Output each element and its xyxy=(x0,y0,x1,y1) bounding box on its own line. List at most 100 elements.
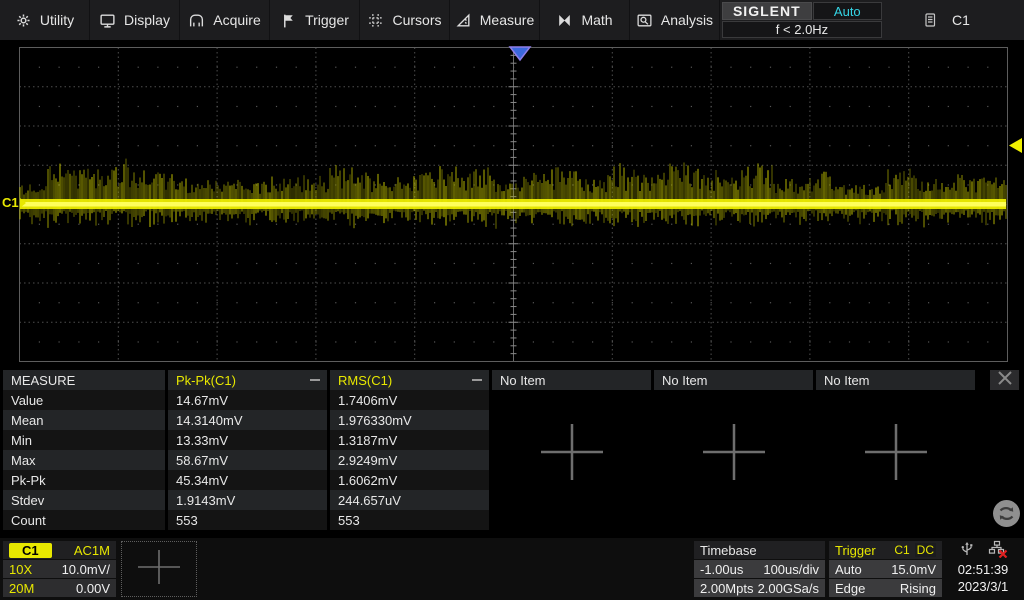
stat-value: 58.67mV xyxy=(168,450,327,470)
analysis-icon xyxy=(636,12,653,29)
measurement-panel: MEASURE Pk-Pk(C1) RMS(C1) No Item No Ite… xyxy=(0,370,1024,530)
channel-name-chip: C1 xyxy=(9,543,52,558)
menu-label: Display xyxy=(124,12,170,28)
stat-label: Count xyxy=(3,510,165,530)
stat-value: 244.657uV xyxy=(330,490,489,510)
plus-icon xyxy=(699,470,769,487)
trigger-coupling: DC xyxy=(915,543,936,557)
trigger-type: Edge xyxy=(835,581,865,596)
trigger-title: Trigger xyxy=(835,543,876,558)
trigger-level: 15.0mV xyxy=(891,562,936,577)
acquire-icon xyxy=(188,12,205,29)
remove-measure-icon[interactable] xyxy=(308,373,322,390)
add-measure-slot-2[interactable] xyxy=(699,421,769,488)
status-bar: C1 AC1M 10X 10.0mV/ 20M 0.00V Timebase -… xyxy=(0,538,1024,600)
plus-icon xyxy=(537,470,607,487)
trigger-descriptor[interactable]: Trigger C1 DC Auto 15.0mV Edge Rising xyxy=(829,541,942,597)
trigger-slope: Rising xyxy=(900,581,936,596)
stat-value: 1.9143mV xyxy=(168,490,327,510)
stat-value: 14.67mV xyxy=(168,390,327,410)
system-status-area: 02:51:39 2023/3/1 xyxy=(944,541,1022,597)
stat-label: Value xyxy=(3,390,165,410)
add-channel-button[interactable] xyxy=(121,541,197,597)
measure-column-empty-3[interactable]: No Item xyxy=(816,370,975,390)
stat-value: 1.3187mV xyxy=(330,430,489,450)
notes-channel-label: C1 xyxy=(952,12,970,28)
display-icon xyxy=(99,12,116,29)
trigger-delay: -1.00us xyxy=(700,562,743,577)
stat-value: 1.976330mV xyxy=(330,410,489,430)
timebase-descriptor[interactable]: Timebase -1.00us 100us/div 2.00Mpts 2.00… xyxy=(694,541,825,597)
menu-label: Acquire xyxy=(213,12,260,28)
trigger-mode: Auto xyxy=(835,562,862,577)
channel-notes-button[interactable]: C1 xyxy=(908,0,988,40)
stat-label: Min xyxy=(3,430,165,450)
refresh-button[interactable] xyxy=(991,498,1022,534)
trigger-flag-icon xyxy=(280,12,297,29)
bandwidth-limit: 20M xyxy=(9,581,34,596)
stat-value: 1.7406mV xyxy=(330,390,489,410)
vertical-scale: 10.0mV/ xyxy=(62,562,110,577)
menu-label: Trigger xyxy=(305,12,349,28)
menu-item-utility[interactable]: Utility xyxy=(0,0,90,40)
trigger-frequency-readout: f < 2.0Hz xyxy=(722,21,882,38)
channel-coupling: AC1M xyxy=(74,543,110,558)
add-measure-slot-3[interactable] xyxy=(861,421,931,488)
math-icon xyxy=(556,12,573,29)
acquisition-status-badge[interactable]: Auto xyxy=(813,2,882,20)
menu-item-display[interactable]: Display xyxy=(90,0,180,40)
menu-label: Utility xyxy=(40,12,74,28)
stat-value: 13.33mV xyxy=(168,430,327,450)
menu-item-acquire[interactable]: Acquire xyxy=(180,0,270,40)
close-icon xyxy=(995,370,1015,391)
stat-value: 553 xyxy=(168,510,327,530)
trigger-level-marker[interactable] xyxy=(1008,137,1023,154)
menu-label: Analysis xyxy=(661,12,713,28)
stat-value: 1.6062mV xyxy=(330,470,489,490)
brand-block: SIGLENT Auto f < 2.0Hz xyxy=(722,2,882,38)
menu-item-math[interactable]: Math xyxy=(540,0,630,40)
notes-icon xyxy=(922,11,938,29)
menu-label: Measure xyxy=(480,12,534,28)
lan-disconnected-icon xyxy=(988,540,1008,563)
trigger-position-marker[interactable] xyxy=(508,46,532,62)
menu-item-trigger[interactable]: Trigger xyxy=(270,0,360,40)
channel-marker-arrow xyxy=(20,198,26,208)
channel-descriptor-c1[interactable]: C1 AC1M 10X 10.0mV/ 20M 0.00V xyxy=(3,541,116,597)
menu-item-cursors[interactable]: Cursors xyxy=(360,0,450,40)
measure-column-empty-1[interactable]: No Item xyxy=(492,370,651,390)
measure-title: MEASURE xyxy=(3,370,165,390)
stat-value: 45.34mV xyxy=(168,470,327,490)
close-measure-panel-button[interactable] xyxy=(990,370,1019,390)
acq-mode-text: Auto xyxy=(834,4,861,19)
measure-column-rms[interactable]: RMS(C1) xyxy=(330,370,489,390)
add-measure-slot-1[interactable] xyxy=(537,421,607,488)
remove-measure-icon[interactable] xyxy=(470,373,484,390)
siglent-logo: SIGLENT xyxy=(722,2,812,20)
usb-icon xyxy=(958,540,976,562)
cursors-icon xyxy=(367,12,384,29)
gear-icon xyxy=(15,12,32,29)
plus-icon xyxy=(135,548,183,591)
menu-label: Cursors xyxy=(392,12,441,28)
stat-label: Pk-Pk xyxy=(3,470,165,490)
probe-attenuation: 10X xyxy=(9,562,32,577)
system-time: 02:51:39 xyxy=(958,561,1009,578)
stat-label: Mean xyxy=(3,410,165,430)
horizontal-scale: 100us/div xyxy=(763,562,819,577)
menu-label: Math xyxy=(581,12,612,28)
oscilloscope-screen: Utility Display Acquire Trigger Cursors xyxy=(0,0,1024,600)
measure-column-empty-2[interactable]: No Item xyxy=(654,370,813,390)
trigger-source: C1 xyxy=(894,543,909,557)
menu-item-analysis[interactable]: Analysis xyxy=(630,0,720,40)
vertical-offset: 0.00V xyxy=(76,581,110,596)
waveform-display: C1 xyxy=(0,40,1024,368)
sample-rate: 2.00GSa/s xyxy=(758,581,819,596)
menu-item-measure[interactable]: Measure xyxy=(450,0,540,40)
measure-icon xyxy=(455,12,472,29)
timebase-title: Timebase xyxy=(700,543,757,558)
stat-value: 553 xyxy=(330,510,489,530)
channel-offset-marker-c1[interactable]: C1 xyxy=(2,195,26,210)
stat-label: Stdev xyxy=(3,490,165,510)
measure-column-pkpk[interactable]: Pk-Pk(C1) xyxy=(168,370,327,390)
